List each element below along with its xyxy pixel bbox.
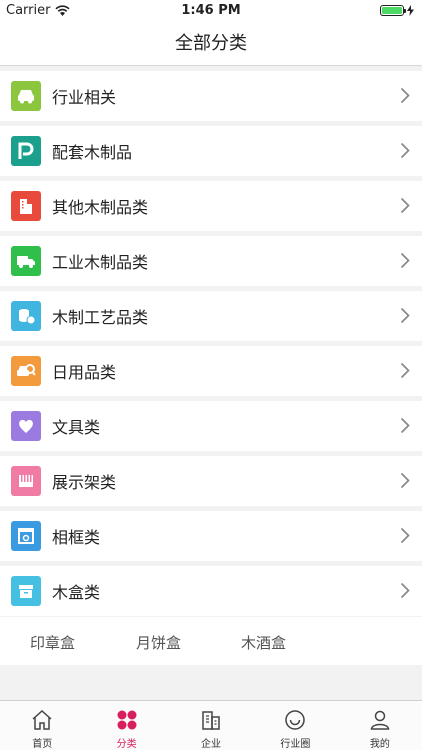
parking-icon [11,136,41,166]
chevron-right-icon [400,197,410,214]
chevron-right-icon [400,87,410,104]
box-icon [11,576,41,606]
tab-category[interactable]: 分类 [84,701,168,750]
category-row[interactable]: 木制工艺品类 [0,291,422,341]
enterprise-icon [202,711,220,730]
circle-icon [285,710,306,730]
category-icon [117,710,137,730]
category-row[interactable]: 日用品类 [0,346,422,396]
charging-icon [407,5,414,16]
tab-enterprise[interactable]: 企业 [169,701,253,750]
chevron-right-icon [400,252,410,269]
user-icon [370,710,390,730]
category-label: 文具类 [52,418,101,437]
subcategory-item[interactable]: 月饼盒 [136,632,181,653]
tab-label: 分类 [116,739,137,750]
subcategory-row: 印章盒 月饼盒 木酒盒 [0,617,422,665]
category-row[interactable]: 行业相关 [0,71,422,121]
page-title: 全部分类 [175,33,247,54]
home-icon [32,709,52,730]
subcategory-item[interactable]: 印章盒 [30,632,75,653]
tab-label: 企业 [201,739,222,750]
category-list: 行业相关 配套木制品 其他木制品类 工业木制品类 木制工艺品类 日用品类 文具类… [0,71,422,621]
category-row[interactable]: 相框类 [0,511,422,561]
frame-icon [11,521,41,551]
tab-label: 首页 [32,739,53,750]
tab-label: 行业圈 [280,739,311,750]
coins-icon [11,301,41,331]
building-icon [11,191,41,221]
category-label: 相框类 [52,528,101,547]
category-row[interactable]: 木盒类 [0,566,422,616]
battery-indicator [380,5,414,16]
category-label: 工业木制品类 [52,253,149,272]
subcategory-item[interactable]: 木酒盒 [241,632,286,653]
chevron-right-icon [400,142,410,159]
category-row[interactable]: 其他木制品类 [0,181,422,231]
chevron-right-icon [400,417,410,434]
car-search-icon [11,356,41,386]
status-bar: Carrier 1:46 PM [0,0,422,22]
car-icon [11,81,41,111]
battery-fill [382,7,402,14]
category-label: 木制工艺品类 [52,308,149,327]
battery-icon [380,5,406,16]
chevron-right-icon [400,307,410,324]
category-row[interactable]: 展示架类 [0,456,422,506]
chevron-right-icon [400,362,410,379]
truck-icon [11,246,41,276]
status-time: 1:46 PM [181,3,241,18]
tab-circle[interactable]: 行业圈 [253,701,337,750]
category-label: 配套木制品 [52,143,133,162]
category-row[interactable]: 文具类 [0,401,422,451]
category-label: 行业相关 [52,88,117,107]
nav-bar: 全部分类 [0,22,422,66]
piano-icon [11,466,41,496]
category-label: 木盒类 [52,583,101,602]
category-label: 日用品类 [52,363,117,382]
chevron-right-icon [400,527,410,544]
category-row[interactable]: 配套木制品 [0,126,422,176]
chevron-right-icon [400,472,410,489]
category-row[interactable]: 工业木制品类 [0,236,422,286]
tab-home[interactable]: 首页 [0,701,84,750]
tab-mine[interactable]: 我的 [338,701,422,750]
chevron-right-icon [400,582,410,599]
category-label: 展示架类 [52,473,117,492]
heart-icon [11,411,41,441]
tab-label: 我的 [369,739,390,750]
category-label: 其他木制品类 [52,198,149,217]
tab-bar: 首页 分类 企业 行业圈 我的 [0,700,422,750]
